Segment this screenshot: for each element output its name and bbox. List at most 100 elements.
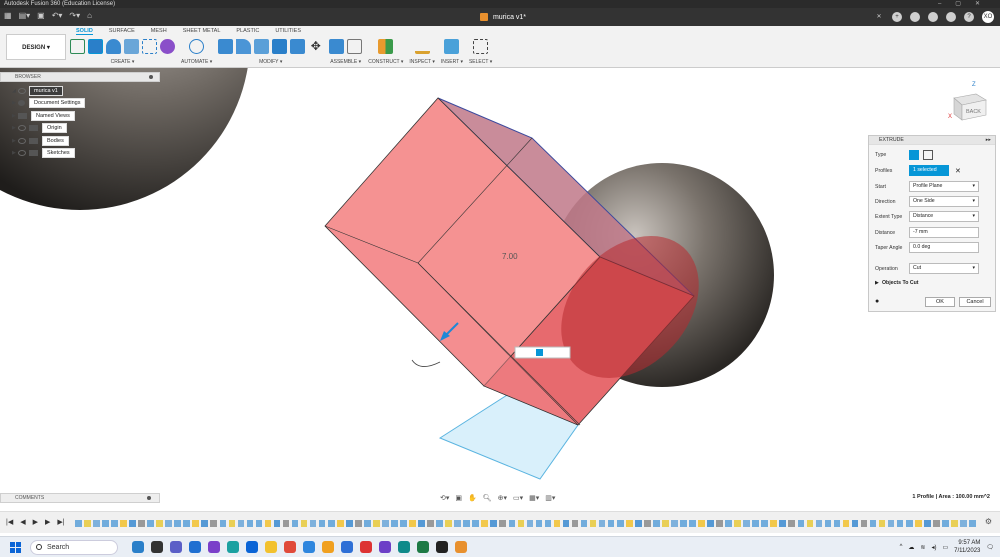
timeline-feature-icon[interactable]: [490, 519, 498, 527]
browser-header[interactable]: BROWSER: [0, 72, 160, 82]
pan-icon[interactable]: ✋: [468, 494, 477, 502]
taper-field[interactable]: 0.0 deg: [909, 242, 979, 253]
chat-icon[interactable]: [170, 541, 182, 553]
browser-pin-icon[interactable]: [149, 75, 153, 79]
timeline-feature-icon[interactable]: [147, 519, 154, 527]
timeline-feature-icon[interactable]: [770, 519, 778, 527]
orbit-icon[interactable]: ⟲▾: [440, 494, 449, 502]
timeline-feature-icon[interactable]: [761, 519, 769, 527]
timeline-feature-icon[interactable]: [237, 519, 245, 527]
timeline-feature-icon[interactable]: [120, 519, 127, 527]
direction-dropdown[interactable]: One Side ▾: [909, 196, 979, 207]
tab-plastic[interactable]: PLASTIC: [236, 28, 259, 35]
automate-menu[interactable]: AUTOMATE ▾: [181, 59, 212, 65]
timeline-feature-icon[interactable]: [409, 519, 416, 527]
timeline-feature-icon[interactable]: [887, 519, 895, 527]
next-step-icon[interactable]: ▶: [45, 518, 50, 526]
timeline-feature-icon[interactable]: [779, 519, 787, 527]
timeline-feature-icon[interactable]: [291, 519, 299, 527]
timeline-feature-icon[interactable]: [93, 519, 100, 527]
timeline-feature-icon[interactable]: [336, 519, 344, 527]
help-icon[interactable]: ?: [964, 12, 974, 22]
extrude-icon[interactable]: [88, 38, 103, 54]
timeline-feature-icon[interactable]: [815, 519, 823, 527]
timeline-feature-icon[interactable]: [653, 519, 660, 527]
timeline-feature-icon[interactable]: [84, 519, 91, 527]
timeline-feature-icon[interactable]: [680, 519, 687, 527]
timeline-feature-icon[interactable]: [951, 519, 958, 527]
automate-icon[interactable]: [189, 38, 205, 54]
timeline-feature-icon[interactable]: [969, 519, 976, 527]
media-icon[interactable]: [436, 541, 448, 553]
timeline-settings-icon[interactable]: ⚙: [985, 517, 992, 526]
timeline-feature-icon[interactable]: [833, 519, 841, 527]
timeline-feature-icon[interactable]: [481, 519, 489, 527]
timeline-feature-icon[interactable]: [535, 519, 543, 527]
file-explorer-icon[interactable]: [265, 541, 277, 553]
zoom-icon[interactable]: 🔍︎: [483, 494, 492, 502]
chevron-up-icon[interactable]: ^: [900, 544, 903, 550]
timeline-feature-icon[interactable]: [607, 519, 615, 527]
tab-surface[interactable]: SURFACE: [109, 28, 135, 35]
rotation-manipulator[interactable]: [411, 359, 441, 367]
grid-icon[interactable]: ▦▾: [529, 494, 539, 502]
timeline-feature-icon[interactable]: [472, 519, 480, 527]
timeline-feature-icon[interactable]: [517, 519, 525, 527]
operation-dropdown[interactable]: Cut ▾: [909, 263, 979, 274]
tree-item-sketches[interactable]: ▶ Sketches: [12, 148, 85, 159]
timeline-feature-icon[interactable]: [210, 519, 218, 527]
last-step-icon[interactable]: ▶|: [57, 518, 64, 526]
timeline-feature-icon[interactable]: [860, 519, 868, 527]
timeline-feature-icon[interactable]: [400, 519, 407, 527]
timeline-feature-icon[interactable]: [869, 519, 877, 527]
timeline-feature-icon[interactable]: [526, 519, 534, 527]
timeline-feature-icon[interactable]: [562, 519, 570, 527]
distance-field[interactable]: -7 mm: [909, 227, 979, 238]
ok-button[interactable]: OK: [925, 297, 955, 307]
app-icon[interactable]: [360, 541, 372, 553]
timeline-feature-icon[interactable]: [255, 519, 263, 527]
timeline-feature-icon[interactable]: [454, 519, 461, 527]
pattern-icon[interactable]: [142, 38, 157, 54]
prev-step-icon[interactable]: ◀: [20, 518, 25, 526]
clock[interactable]: 9:57 AM 7/11/2023: [954, 539, 980, 555]
tab-sheet-metal[interactable]: SHEET METAL: [183, 28, 221, 35]
mail-icon[interactable]: [246, 541, 258, 553]
timeline-feature-icon[interactable]: [264, 519, 272, 527]
timeline-feature-icon[interactable]: [824, 519, 832, 527]
timeline-feature-icon[interactable]: [571, 519, 579, 527]
press-pull-icon[interactable]: [218, 38, 234, 54]
info-icon[interactable]: ●: [875, 298, 879, 305]
file-icon[interactable]: ▤▾: [19, 11, 31, 20]
tab-mesh[interactable]: MESH: [151, 28, 167, 35]
timeline-feature-icon[interactable]: [743, 519, 750, 527]
notification-icon[interactable]: 🗨︎: [986, 544, 994, 551]
timeline-feature-icon[interactable]: [797, 519, 805, 527]
modify-menu[interactable]: MODIFY ▾: [259, 59, 282, 65]
widgets-icon[interactable]: [132, 541, 144, 553]
timeline-feature-icon[interactable]: [508, 519, 516, 527]
arduino-icon[interactable]: [398, 541, 410, 553]
app-icon[interactable]: [322, 541, 334, 553]
timeline-feature-icon[interactable]: [788, 519, 796, 527]
timeline-feature-icon[interactable]: [165, 519, 172, 527]
task-view-icon[interactable]: [151, 541, 163, 553]
create-menu[interactable]: CREATE ▾: [111, 59, 135, 65]
visibility-icon[interactable]: [18, 137, 26, 144]
timeline-feature-icon[interactable]: [842, 519, 850, 527]
taskbar-search[interactable]: Search: [30, 540, 118, 555]
edge-icon[interactable]: [227, 541, 239, 553]
timeline-feature-icon[interactable]: [445, 519, 452, 527]
timeline-feature-icon[interactable]: [418, 519, 425, 527]
timeline-feature-icon[interactable]: [436, 519, 443, 527]
browser-icon[interactable]: [208, 541, 220, 553]
tab-utilities[interactable]: UTILITIES: [275, 28, 301, 35]
undo-icon[interactable]: ↶▾: [52, 11, 63, 20]
expand-section-icon[interactable]: ▶: [875, 280, 879, 286]
timeline-feature-icon[interactable]: [427, 519, 434, 527]
chrome-icon[interactable]: [284, 541, 296, 553]
play-icon[interactable]: ▶: [33, 518, 38, 526]
first-step-icon[interactable]: |◀: [6, 518, 13, 526]
tree-item-named-views[interactable]: ▶ Named Views: [12, 110, 85, 121]
grid-menu-icon[interactable]: ▦: [4, 11, 12, 20]
